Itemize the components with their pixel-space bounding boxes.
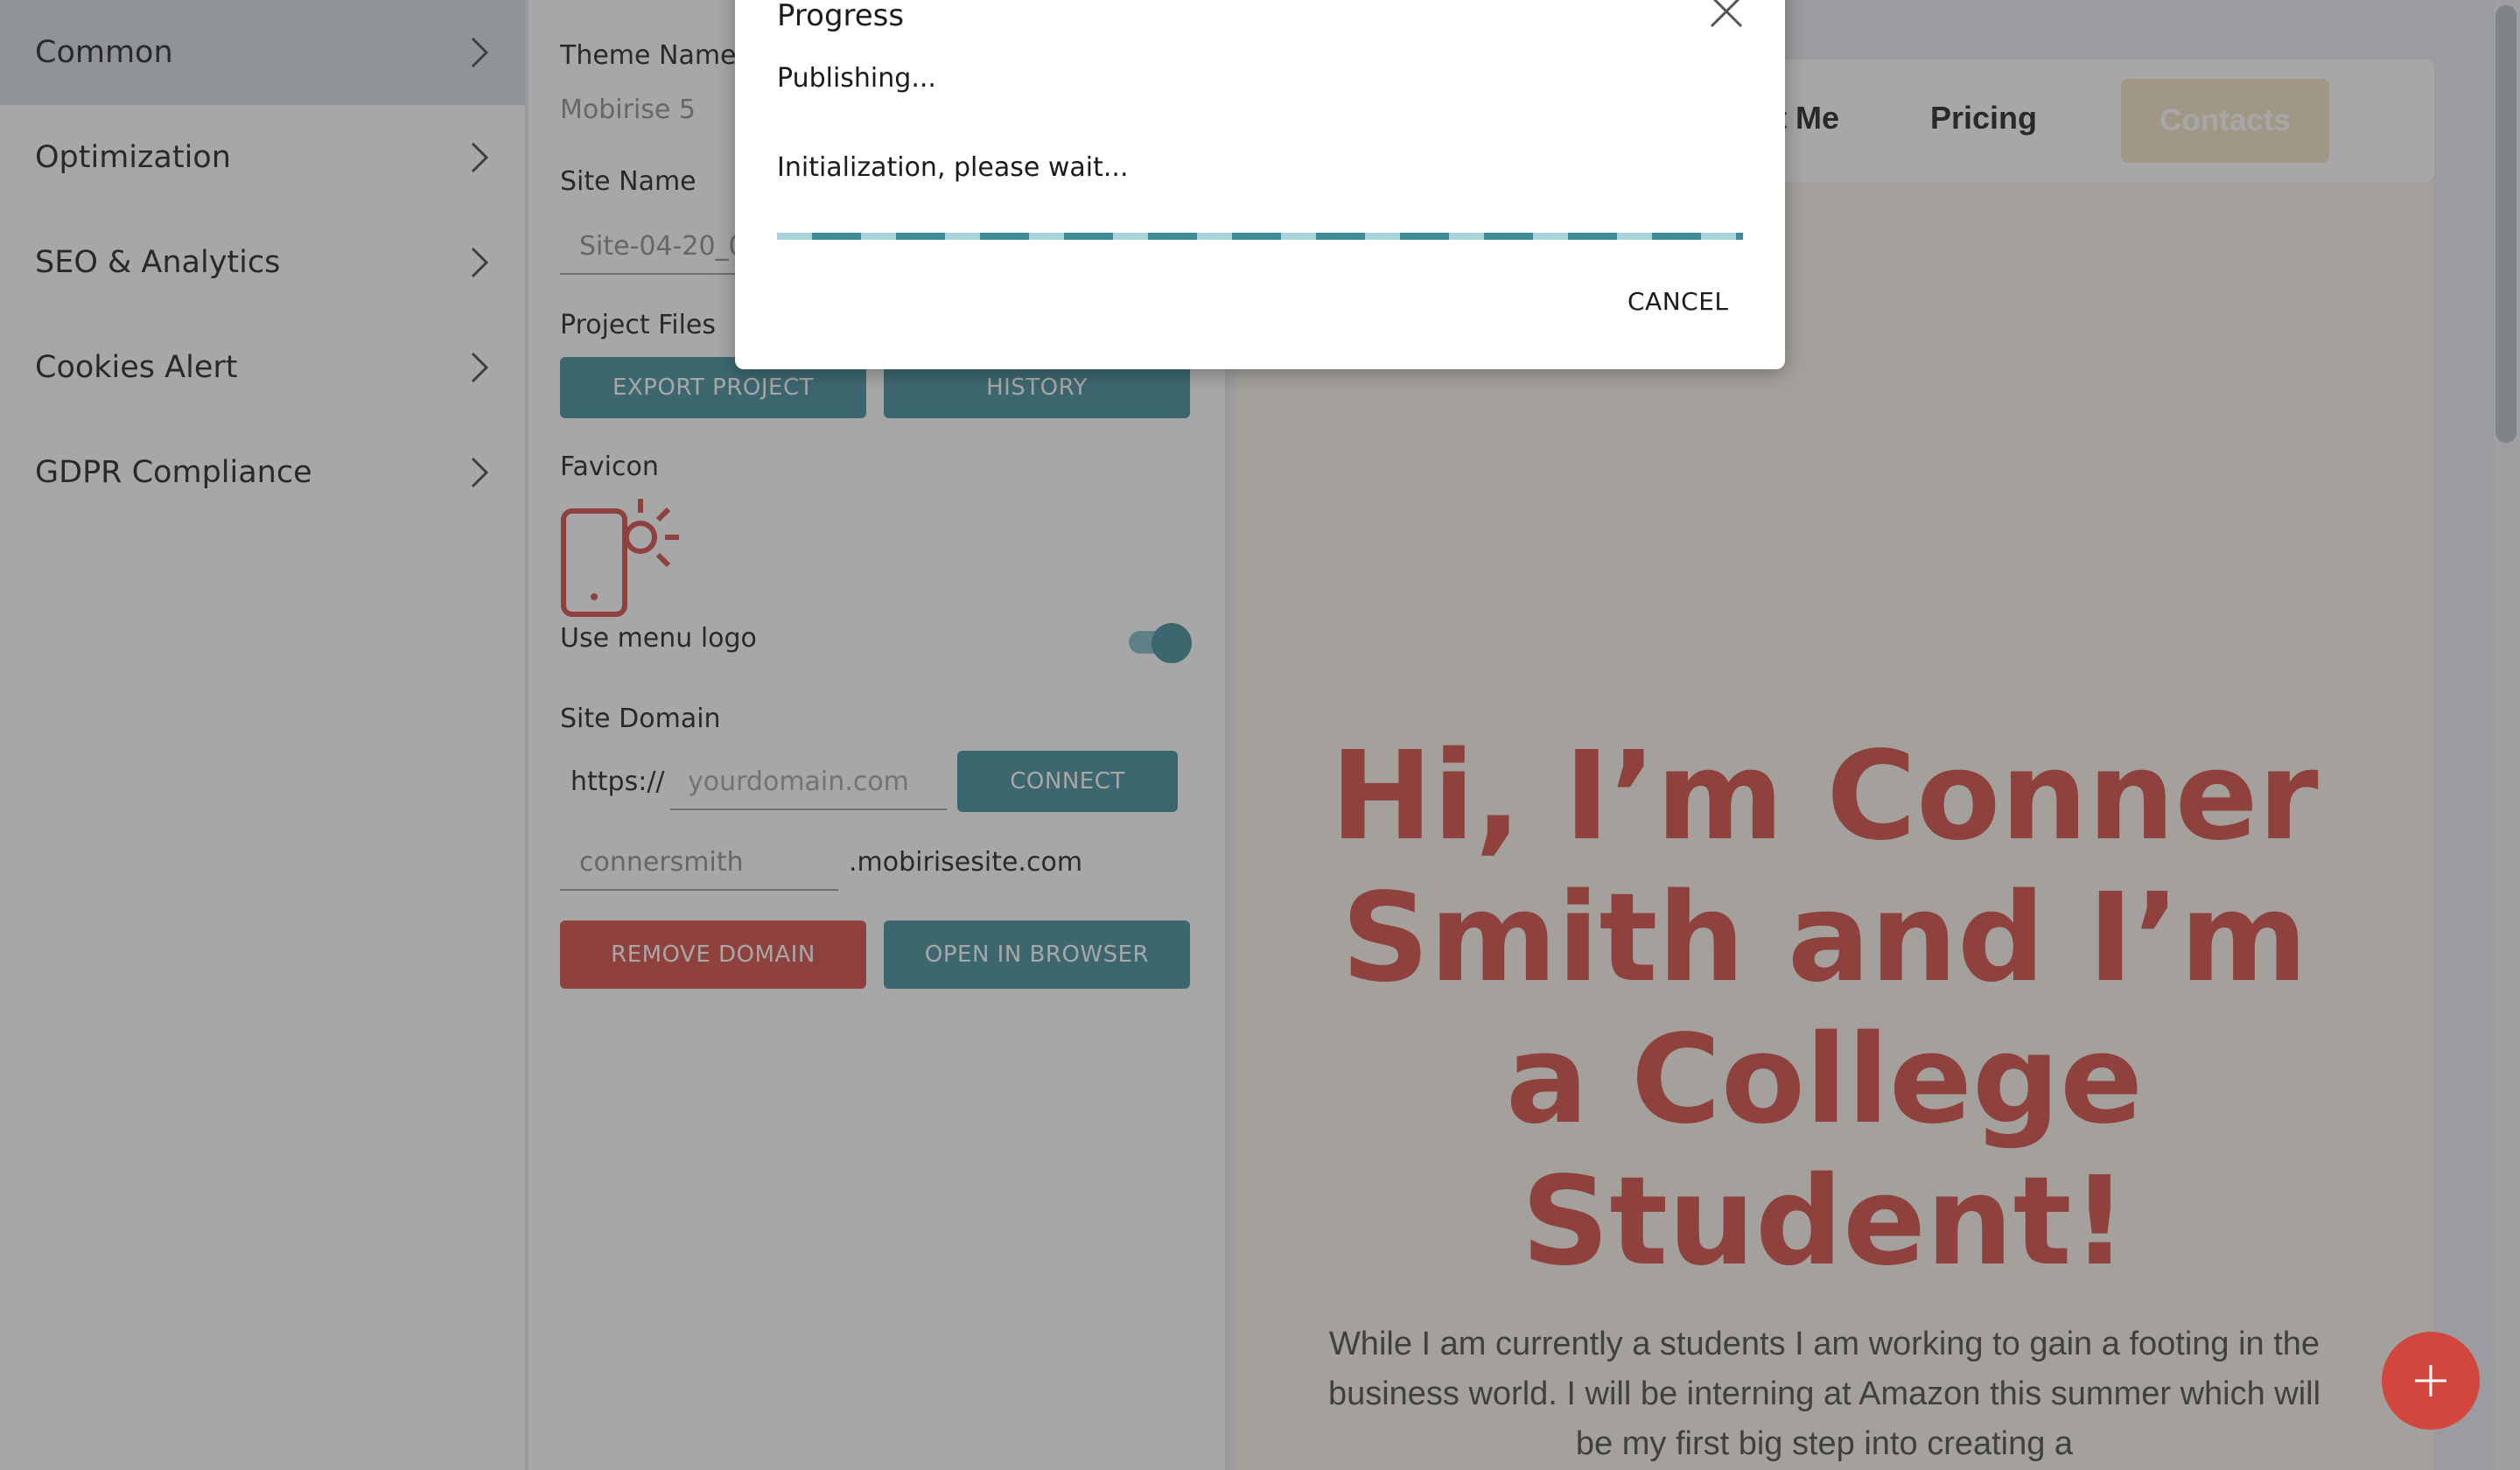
add-block-button[interactable] [2382,1332,2480,1430]
progress-bar [777,233,1743,240]
cancel-button[interactable]: CANCEL [1628,287,1729,316]
progress-dialog: Progress Publishing... Initialization, p… [735,0,1785,369]
close-icon[interactable] [1704,0,1748,33]
dialog-status: Publishing... [777,63,936,94]
dialog-message: Initialization, please wait... [777,152,1129,183]
dialog-title: Progress [777,0,905,33]
plus-icon [2415,1365,2446,1396]
